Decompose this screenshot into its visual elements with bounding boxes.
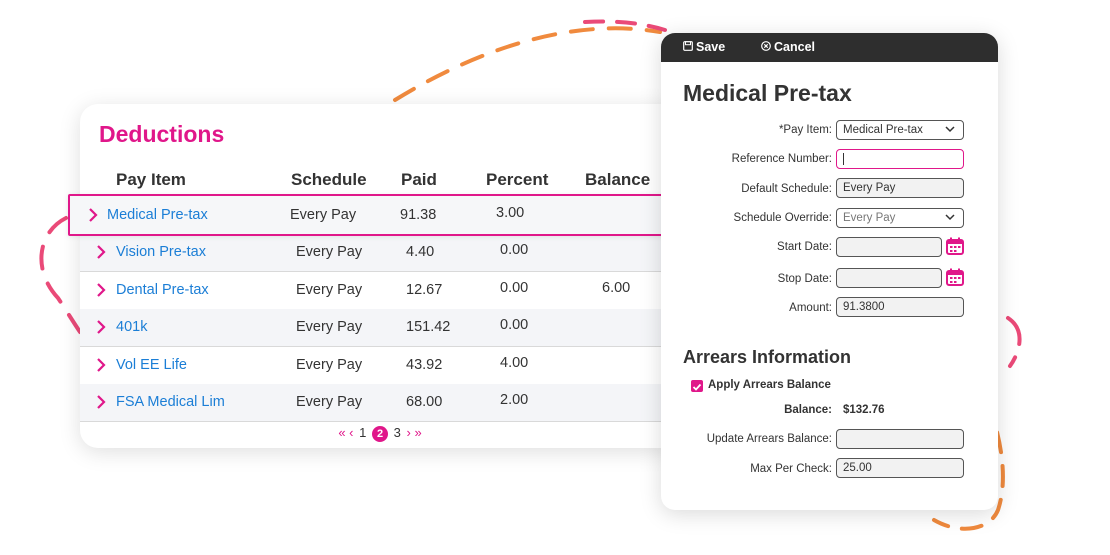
chevron-right-icon[interactable] [94,317,108,337]
schedule-override-value: Every Pay [843,212,896,224]
row-percent: 0.00 [500,242,529,258]
start-date-label: Start Date: [777,241,832,253]
row-pay-item[interactable]: Medical Pre-tax [107,207,208,223]
panel-title: Medical Pre-tax [683,80,852,106]
text-cursor [843,152,844,165]
default-schedule-label: Default Schedule: [741,183,832,195]
max-per-check-label: Max Per Check: [750,463,832,475]
chevron-right-icon[interactable] [94,392,108,412]
row-schedule: Every Pay [296,282,363,298]
default-schedule-field[interactable]: Every Pay [836,178,964,198]
row-schedule: Every Pay [296,357,363,373]
stop-date-label: Stop Date: [777,273,832,285]
pay-item-select[interactable]: Medical Pre-tax [836,120,964,140]
deductions-title: Deductions [99,121,225,147]
row-paid: 12.67 [406,282,443,298]
chevron-right-icon[interactable] [86,205,100,225]
table-row[interactable]: Dental Pre-tax Every Pay 12.67 0.00 6.00 [80,272,680,310]
calendar-icon[interactable] [946,237,964,255]
cancel-label: Cancel [774,40,815,54]
row-schedule: Every Pay [296,394,363,410]
save-icon [683,41,693,54]
default-schedule-value: Every Pay [843,182,896,194]
reference-number-label: Reference Number: [731,153,832,165]
max-per-check-input[interactable]: 25.00 [836,458,964,478]
row-schedule: Every Pay [296,244,363,260]
row-pay-item[interactable]: 401k [116,319,147,335]
row-percent: 3.00 [496,205,525,221]
row-pay-item[interactable]: Vol EE Life [116,357,187,373]
chevron-right-icon[interactable] [94,242,108,262]
balance-value: $132.76 [843,404,885,416]
column-header-schedule[interactable]: Schedule [291,170,367,190]
row-pay-item[interactable]: Dental Pre-tax [116,282,209,298]
row-paid: 4.40 [406,244,435,260]
row-percent: 0.00 [500,280,529,296]
start-date-input[interactable] [836,237,942,257]
column-header-percent[interactable]: Percent [486,170,548,190]
deductions-card: Deductions Pay Item Schedule Paid Percen… [80,104,680,448]
next-page-button[interactable]: › [406,425,410,440]
column-header-balance[interactable]: Balance [585,170,650,190]
row-paid: 68.00 [406,394,443,410]
row-percent: 0.00 [500,317,529,333]
apply-arrears-label: Apply Arrears Balance [708,379,831,391]
pagination: « ‹ 1 2 3 › » [80,425,680,442]
cancel-button[interactable]: Cancel [761,40,815,54]
row-pay-item[interactable]: FSA Medical Lim [116,394,225,410]
last-page-button[interactable]: » [414,425,421,440]
column-header-pay-item[interactable]: Pay Item [116,170,186,190]
row-schedule: Every Pay [290,207,357,223]
close-circle-icon [761,41,771,54]
chevron-right-icon[interactable] [94,280,108,300]
row-paid: 43.92 [406,357,443,373]
page-3-button[interactable]: 3 [394,425,401,440]
row-paid: 91.38 [400,207,437,223]
amount-value: 91.3800 [843,301,885,313]
chevron-down-icon [945,126,955,133]
chevron-down-icon [945,214,955,221]
row-percent: 2.00 [500,392,529,408]
pay-item-label: *Pay Item: [778,124,832,136]
chevron-right-icon[interactable] [94,355,108,375]
page-1-button[interactable]: 1 [359,425,366,440]
arrears-section-title: Arrears Information [683,347,852,367]
row-balance: 6.00 [602,280,631,296]
page-current-button[interactable]: 2 [372,425,388,442]
row-schedule: Every Pay [296,319,363,335]
table-row[interactable]: FSA Medical Lim Every Pay 68.00 2.00 [80,384,680,422]
table-row-selected[interactable]: Medical Pre-tax Every Pay 91.38 3.00 [68,194,677,236]
row-pay-item[interactable]: Vision Pre-tax [116,244,206,260]
checkmark-icon [692,383,702,391]
amount-label: Amount: [789,302,832,314]
max-per-check-value: 25.00 [843,462,872,474]
table-row[interactable]: 401k Every Pay 151.42 0.00 [80,309,680,347]
update-arrears-input[interactable] [836,429,964,449]
calendar-icon[interactable] [946,268,964,286]
column-header-paid[interactable]: Paid [401,170,437,190]
table-row[interactable]: Vol EE Life Every Pay 43.92 4.00 [80,347,680,385]
prev-page-button[interactable]: ‹ [349,425,353,440]
save-button[interactable]: Save [683,40,725,54]
schedule-override-select[interactable]: Every Pay [836,208,964,228]
row-paid: 151.42 [406,319,451,335]
update-arrears-label: Update Arrears Balance: [706,433,832,445]
balance-label: Balance: [784,404,832,416]
save-label: Save [696,40,726,54]
schedule-override-label: Schedule Override: [733,212,832,224]
amount-input[interactable]: 91.3800 [836,297,964,317]
reference-number-input[interactable] [836,149,964,169]
apply-arrears-checkbox[interactable] [691,380,703,392]
stop-date-input[interactable] [836,268,942,288]
table-row[interactable]: Vision Pre-tax Every Pay 4.40 0.00 [80,234,680,272]
pay-item-value: Medical Pre-tax [843,124,923,136]
edit-deduction-panel: Save Cancel Medical Pre-tax *Pay Item: M… [661,33,998,510]
panel-toolbar: Save Cancel [661,33,998,62]
row-percent: 4.00 [500,355,529,371]
first-page-button[interactable]: « [338,425,345,440]
